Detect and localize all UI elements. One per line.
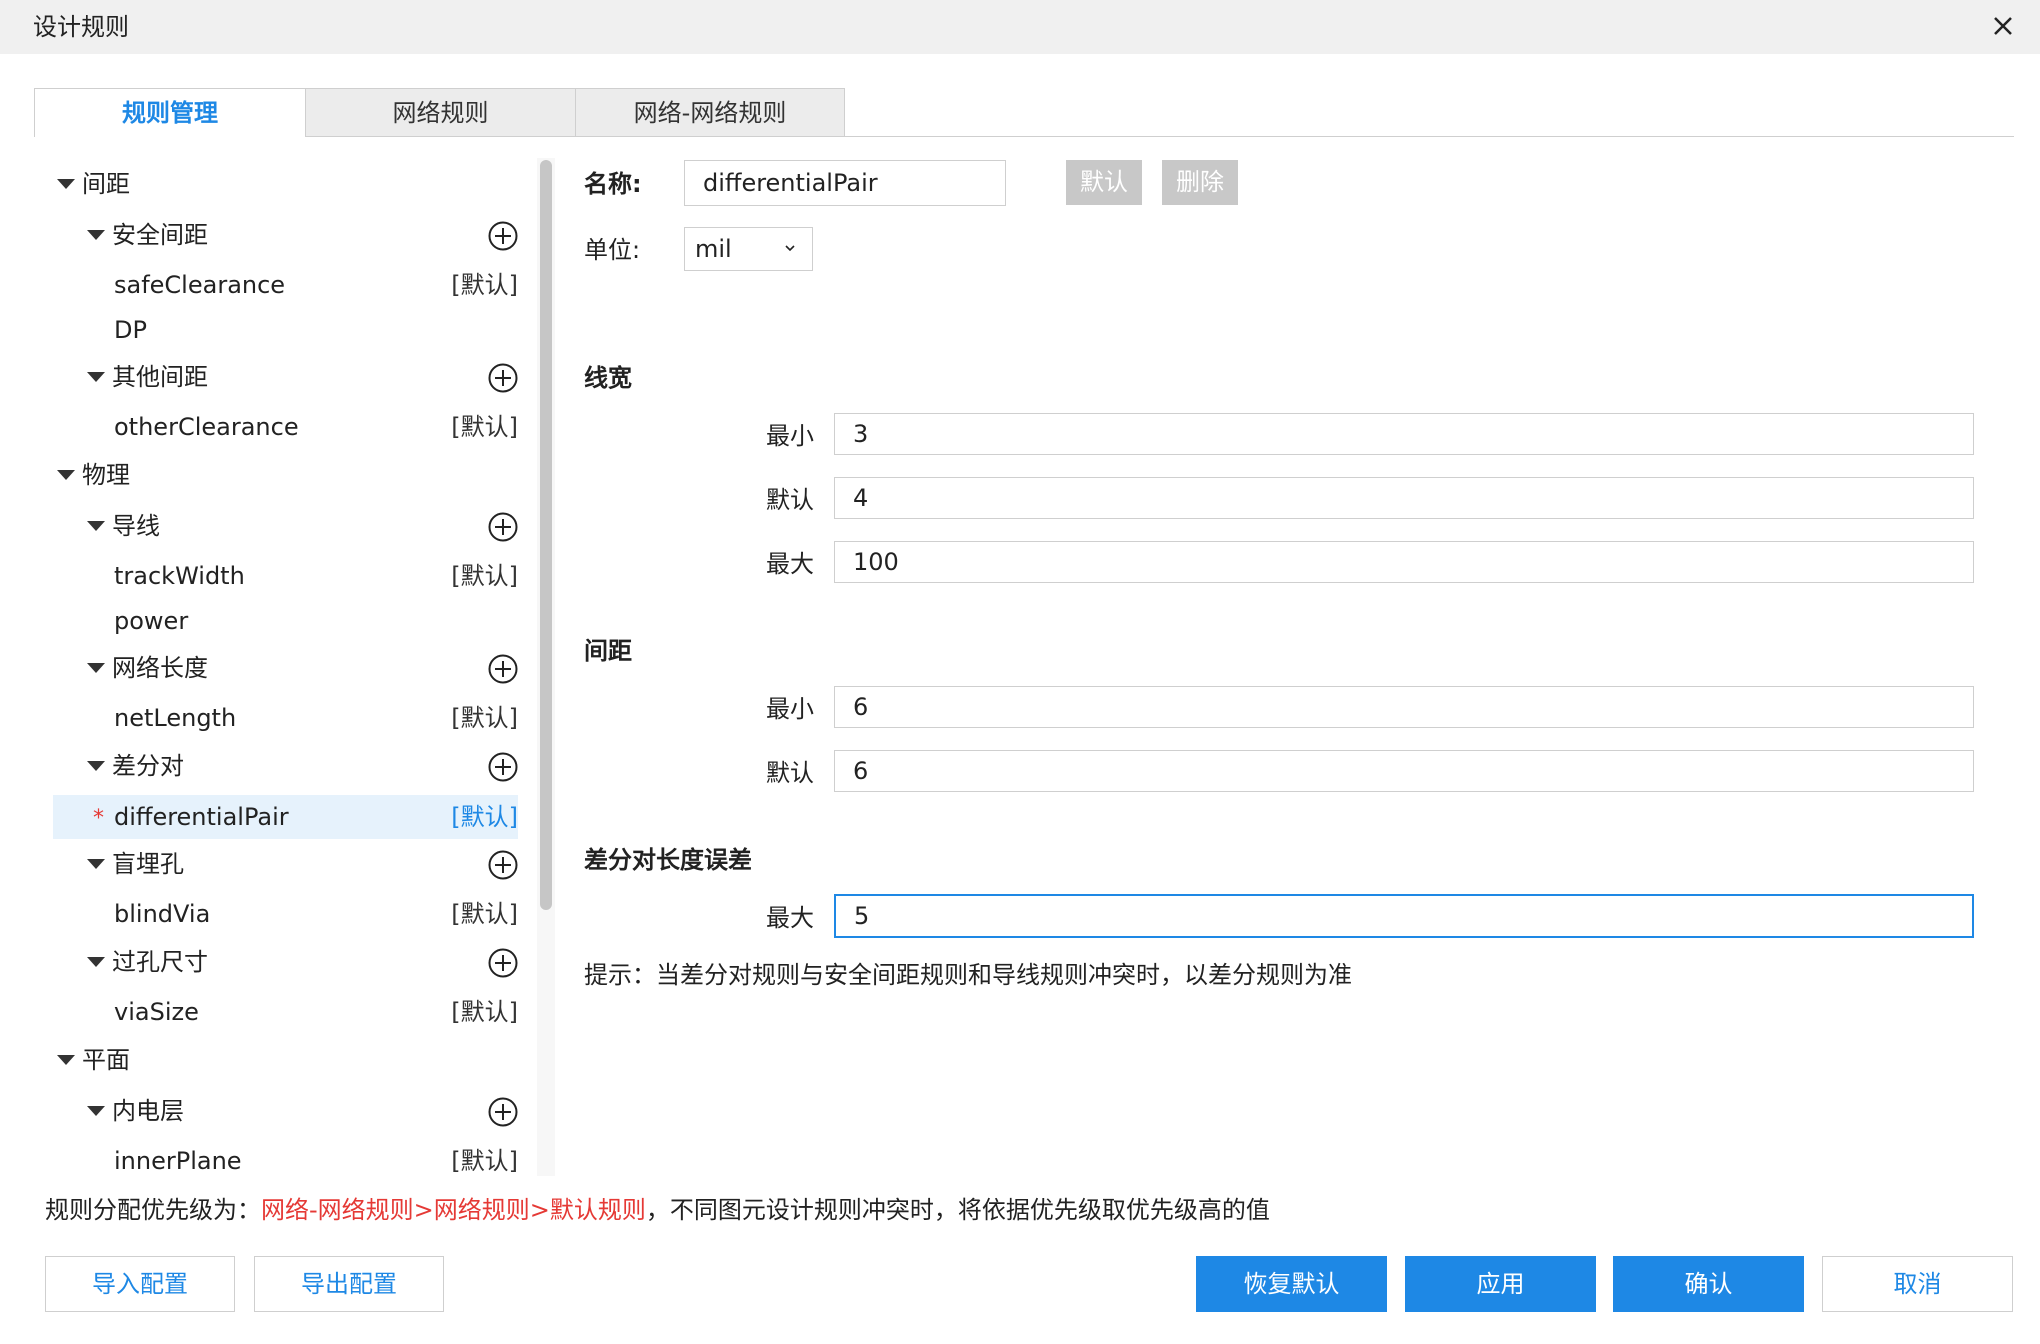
track-width-min-label: 最小 (766, 422, 814, 450)
default-tag: [默认] (451, 704, 518, 732)
track-width-max-input[interactable] (834, 541, 1974, 583)
tree-rule-blindVia[interactable]: blindVia [默认] (53, 893, 518, 935)
spacing-default-label: 默认 (766, 759, 814, 787)
tree-group-spacing[interactable]: 间距 (53, 163, 518, 205)
default-tag: [默认] (451, 1147, 518, 1174)
caret-down-icon[interactable] (87, 761, 105, 771)
set-default-button[interactable]: 默认 (1066, 160, 1142, 205)
caret-down-icon[interactable] (57, 470, 75, 480)
close-icon[interactable] (1985, 8, 2021, 44)
tree-rule-DP[interactable]: DP (53, 309, 518, 351)
tree-group-plane[interactable]: 平面 (53, 1039, 518, 1081)
caret-down-icon[interactable] (87, 1106, 105, 1116)
caret-down-icon[interactable] (87, 859, 105, 869)
tree-category-blind-via[interactable]: 盲埋孔 (53, 843, 518, 885)
import-config-button[interactable]: 导入配置 (45, 1256, 235, 1312)
restore-default-button[interactable]: 恢复默认 (1196, 1256, 1387, 1312)
tab-net-rules[interactable]: 网络规则 (305, 88, 576, 137)
unit-select-value: mil (695, 235, 732, 263)
title-bar (0, 0, 2040, 54)
default-tag: [默认] (451, 271, 518, 299)
window-title: 设计规则 (33, 13, 129, 41)
tree-category-track[interactable]: 导线 (53, 505, 518, 547)
unit-label: 单位: (584, 236, 641, 264)
add-rule-icon[interactable] (488, 1097, 518, 1127)
delete-rule-button[interactable]: 删除 (1162, 160, 1238, 205)
add-rule-icon[interactable] (488, 512, 518, 542)
name-label: 名称: (584, 170, 642, 198)
tree-rule-trackWidth[interactable]: trackWidth [默认] (53, 555, 518, 597)
tree-rule-power[interactable]: power (53, 600, 518, 642)
tree-rule-differentialPair[interactable]: * differentialPair [默认] (53, 795, 518, 839)
priority-note-prefix: 规则分配优先级为： (45, 1196, 261, 1224)
tab-net-net-rules[interactable]: 网络-网络规则 (575, 88, 845, 137)
rule-name-input[interactable] (684, 160, 1006, 206)
default-tag: [默认] (451, 900, 518, 928)
tree-category-net-length[interactable]: 网络长度 (53, 647, 518, 689)
tab-rule-management[interactable]: 规则管理 (34, 88, 306, 137)
tree-scrollbar-thumb[interactable] (540, 160, 552, 910)
tree-category-inner-layer[interactable]: 内电层 (53, 1090, 518, 1132)
confirm-button[interactable]: 确认 (1613, 1256, 1804, 1312)
default-tag: [默认] (451, 803, 518, 831)
tree-rule-otherClearance[interactable]: otherClearance [默认] (53, 406, 518, 448)
length-tolerance-max-label: 最大 (766, 904, 814, 932)
apply-button[interactable]: 应用 (1405, 1256, 1596, 1312)
tree-category-other-spacing[interactable]: 其他间距 (53, 356, 518, 398)
spacing-min-label: 最小 (766, 695, 814, 723)
export-config-button[interactable]: 导出配置 (254, 1256, 444, 1312)
track-width-max-label: 最大 (766, 550, 814, 578)
unit-select[interactable]: mil (684, 227, 813, 271)
caret-down-icon[interactable] (87, 372, 105, 382)
tree-rule-innerPlane[interactable]: innerPlane [默认] (53, 1140, 518, 1174)
add-rule-icon[interactable] (488, 221, 518, 251)
tree-group-physical[interactable]: 物理 (53, 454, 518, 496)
default-tag: [默认] (451, 998, 518, 1026)
tree-category-safe-spacing[interactable]: 安全间距 (53, 214, 518, 256)
caret-down-icon[interactable] (87, 521, 105, 531)
tree-category-via-size[interactable]: 过孔尺寸 (53, 941, 518, 983)
cancel-button[interactable]: 取消 (1822, 1256, 2013, 1312)
add-rule-icon[interactable] (488, 654, 518, 684)
tree-rule-viaSize[interactable]: viaSize [默认] (53, 991, 518, 1033)
caret-down-icon[interactable] (87, 663, 105, 673)
spacing-min-input[interactable] (834, 686, 1974, 728)
tree-rule-netLength[interactable]: netLength [默认] (53, 697, 518, 739)
add-rule-icon[interactable] (488, 850, 518, 880)
hint-text: 提示：当差分对规则与安全间距规则和导线规则冲突时，以差分规则为准 (584, 961, 1352, 989)
spacing-default-input[interactable] (834, 750, 1974, 792)
length-tolerance-max-input[interactable] (834, 894, 1974, 938)
length-tolerance-section-title: 差分对长度误差 (584, 846, 752, 874)
track-width-section-title: 线宽 (584, 364, 632, 392)
default-tag: [默认] (451, 562, 518, 590)
tree-category-diff-pair[interactable]: 差分对 (53, 745, 518, 787)
tab-divider (844, 136, 2014, 137)
tree-rule-safeClearance[interactable]: safeClearance [默认] (53, 264, 518, 306)
track-width-default-label: 默认 (766, 486, 814, 514)
default-tag: [默认] (451, 413, 518, 441)
chevron-down-icon (785, 245, 795, 252)
add-rule-icon[interactable] (488, 752, 518, 782)
modified-marker: * (93, 806, 104, 831)
track-width-default-input[interactable] (834, 477, 1974, 519)
track-width-min-input[interactable] (834, 413, 1974, 455)
caret-down-icon[interactable] (87, 957, 105, 967)
add-rule-icon[interactable] (488, 948, 518, 978)
caret-down-icon[interactable] (57, 179, 75, 189)
priority-note-suffix: ，不同图元设计规则冲突时，将依据优先级取优先级高的值 (645, 1196, 1270, 1224)
add-rule-icon[interactable] (488, 363, 518, 393)
caret-down-icon[interactable] (87, 230, 105, 240)
priority-order: 网络-网络规则>网络规则>默认规则 (261, 1196, 646, 1224)
priority-note: 规则分配优先级为：网络-网络规则>网络规则>默认规则，不同图元设计规则冲突时，将… (45, 1193, 1270, 1227)
caret-down-icon[interactable] (57, 1055, 75, 1065)
spacing-section-title: 间距 (584, 637, 632, 665)
